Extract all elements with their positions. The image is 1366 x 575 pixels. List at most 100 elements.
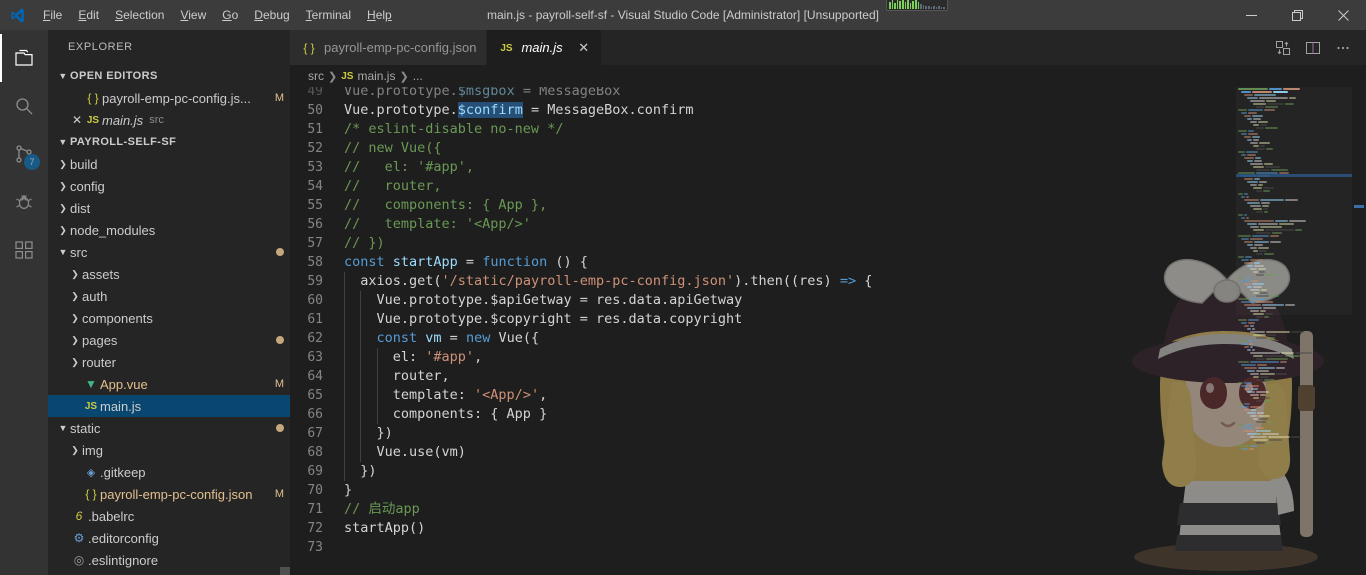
code-line[interactable]: 62 const vm = new Vue({: [290, 329, 1366, 348]
activity-explorer[interactable]: [0, 34, 48, 82]
code-line[interactable]: 53 // el: '#app',: [290, 158, 1366, 177]
menu-debug[interactable]: Debug: [246, 0, 297, 30]
chevron-right-icon[interactable]: ❯: [56, 203, 70, 214]
tree-folder-item[interactable]: ❯ img: [48, 439, 290, 461]
menu-go[interactable]: Go: [214, 0, 246, 30]
split-editor-icon[interactable]: [1300, 33, 1326, 63]
chevron-down-icon[interactable]: ▼: [56, 423, 70, 433]
menu-file[interactable]: File: [35, 0, 70, 30]
close-icon[interactable]: ✕: [70, 113, 84, 127]
code-line[interactable]: 59 axios.get('/static/payroll-emp-pc-con…: [290, 272, 1366, 291]
menu-view[interactable]: View: [172, 0, 214, 30]
breadcrumb-item-file[interactable]: main.js: [357, 69, 395, 83]
code-line[interactable]: 56 // template: '<App/>': [290, 215, 1366, 234]
tab-close-icon[interactable]: ✕: [577, 40, 591, 56]
minimap-token: [1248, 339, 1253, 342]
chevron-right-icon[interactable]: ❯: [68, 269, 82, 280]
activity-source-control[interactable]: 7: [0, 130, 48, 178]
editor-vertical-scrollbar[interactable]: [1352, 87, 1366, 575]
tree-file-item[interactable]: 6 .babelrc: [48, 505, 290, 527]
code-line[interactable]: 51 /* eslint-disable no-new */: [290, 120, 1366, 139]
line-number: 62: [307, 331, 323, 346]
chevron-right-icon[interactable]: ❯: [68, 313, 82, 324]
open-editor-item[interactable]: { } payroll-emp-pc-config.js... M: [48, 87, 290, 109]
chevron-right-icon[interactable]: ❯: [68, 445, 82, 456]
chevron-right-icon[interactable]: ❯: [68, 357, 82, 368]
breadcrumb-item-src[interactable]: src: [308, 69, 324, 83]
code-line[interactable]: 49 Vue.prototype.$msgbox = MessageBox: [290, 87, 1366, 101]
activity-debug[interactable]: [0, 178, 48, 226]
split-compare-icon[interactable]: [1270, 33, 1296, 63]
code-line[interactable]: 50 Vue.prototype.$confirm = MessageBox.co…: [290, 101, 1366, 120]
tree-folder-item[interactable]: ❯ dist: [48, 197, 290, 219]
code-line[interactable]: 60 Vue.prototype.$apiGetway = res.data.a…: [290, 291, 1366, 310]
code-line[interactable]: 58 const startApp = function () {: [290, 253, 1366, 272]
line-number: 63: [307, 350, 323, 365]
tree-file-item[interactable]: ◈ .gitkeep: [48, 461, 290, 483]
tree-file-item[interactable]: ▼ App.vue M: [48, 373, 290, 395]
open-editor-item[interactable]: ✕ JS main.js src: [48, 109, 290, 131]
code-line[interactable]: 57 // }): [290, 234, 1366, 253]
editor-minimap[interactable]: [1236, 87, 1352, 575]
code-line[interactable]: 66 components: { App }: [290, 405, 1366, 424]
chevron-right-icon[interactable]: ❯: [56, 225, 70, 236]
chevron-down-icon[interactable]: ▼: [56, 247, 70, 257]
tree-folder-item[interactable]: ❯ build: [48, 153, 290, 175]
activity-search[interactable]: [0, 82, 48, 130]
code-line[interactable]: 64 router,: [290, 367, 1366, 386]
code-line[interactable]: 69 }): [290, 462, 1366, 481]
minimap-token: [1244, 366, 1257, 369]
code-line[interactable]: 63 el: '#app',: [290, 348, 1366, 367]
code-line[interactable]: 55 // components: { App },: [290, 196, 1366, 215]
close-icon[interactable]: [1320, 0, 1366, 30]
restore-icon[interactable]: [1274, 0, 1320, 30]
code-line[interactable]: 72 startApp(): [290, 519, 1366, 538]
tree-folder-item[interactable]: ❯ assets: [48, 263, 290, 285]
menu-selection[interactable]: Selection: [107, 0, 172, 30]
chevron-down-icon: ▼: [58, 71, 68, 81]
chevron-right-icon[interactable]: ❯: [56, 181, 70, 192]
code-line[interactable]: 68 Vue.use(vm): [290, 443, 1366, 462]
tree-file-item[interactable]: ◎ .eslintignore: [48, 549, 290, 571]
more-actions-icon[interactable]: [1330, 33, 1356, 63]
editor-tab[interactable]: { } payroll-emp-pc-config.json: [290, 30, 488, 65]
tree-file-item[interactable]: JS main.js: [48, 395, 290, 417]
code-line[interactable]: 67 }): [290, 424, 1366, 443]
tree-folder-item[interactable]: ❯ config: [48, 175, 290, 197]
sidebar-scrollbar[interactable]: [280, 567, 290, 575]
minimap-token: [1285, 102, 1294, 105]
chevron-right-icon[interactable]: ❯: [68, 291, 82, 302]
tree-folder-item[interactable]: ❯ components: [48, 307, 290, 329]
code-line[interactable]: 70}: [290, 481, 1366, 500]
activity-extensions[interactable]: [0, 226, 48, 274]
tree-folder-item[interactable]: ❯ auth: [48, 285, 290, 307]
minimap-token: [1254, 177, 1260, 180]
tree-folder-item[interactable]: ▼ src: [48, 241, 290, 263]
tree-folder-item[interactable]: ❯ router: [48, 351, 290, 373]
tree-folder-item[interactable]: ❯ pages: [48, 329, 290, 351]
code-line[interactable]: 52 // new Vue({: [290, 139, 1366, 158]
tree-folder-item[interactable]: ❯ node_modules: [48, 219, 290, 241]
code-line[interactable]: 71 // 启动app: [290, 500, 1366, 519]
menu-help[interactable]: Help: [359, 0, 400, 30]
tree-file-item[interactable]: { } payroll-emp-pc-config.json M: [48, 483, 290, 505]
menu-terminal[interactable]: Terminal: [298, 0, 359, 30]
code-line[interactable]: 65 template: '<App/>',: [290, 386, 1366, 405]
section-project[interactable]: ▼ PAYROLL-SELF-SF: [48, 131, 290, 153]
code-lines[interactable]: 49 Vue.prototype.$msgbox = MessageBox 50 Vu…: [290, 87, 1366, 557]
code-line[interactable]: 54 // router,: [290, 177, 1366, 196]
section-open-editors[interactable]: ▼ OPEN EDITORS: [48, 65, 290, 87]
chevron-right-icon[interactable]: ❯: [68, 335, 82, 346]
code-line[interactable]: 73: [290, 538, 1366, 557]
chevron-right-icon[interactable]: ❯: [56, 159, 70, 170]
code-line[interactable]: 61 Vue.prototype.$copyright = res.data.c…: [290, 310, 1366, 329]
minimize-icon[interactable]: [1228, 0, 1274, 30]
breadcrumb-item-symbol[interactable]: ...: [413, 69, 423, 83]
tree-folder-item[interactable]: ▼ static: [48, 417, 290, 439]
editor-tab[interactable]: JS main.js ✕: [487, 30, 602, 65]
tree-file-item[interactable]: ⚙ .editorconfig: [48, 527, 290, 549]
minimap-token: [1248, 129, 1254, 132]
menu-edit[interactable]: Edit: [70, 0, 107, 30]
code-editor[interactable]: 49 Vue.prototype.$msgbox = MessageBox 50 Vu…: [290, 87, 1366, 575]
minimap-token: [1253, 117, 1261, 120]
